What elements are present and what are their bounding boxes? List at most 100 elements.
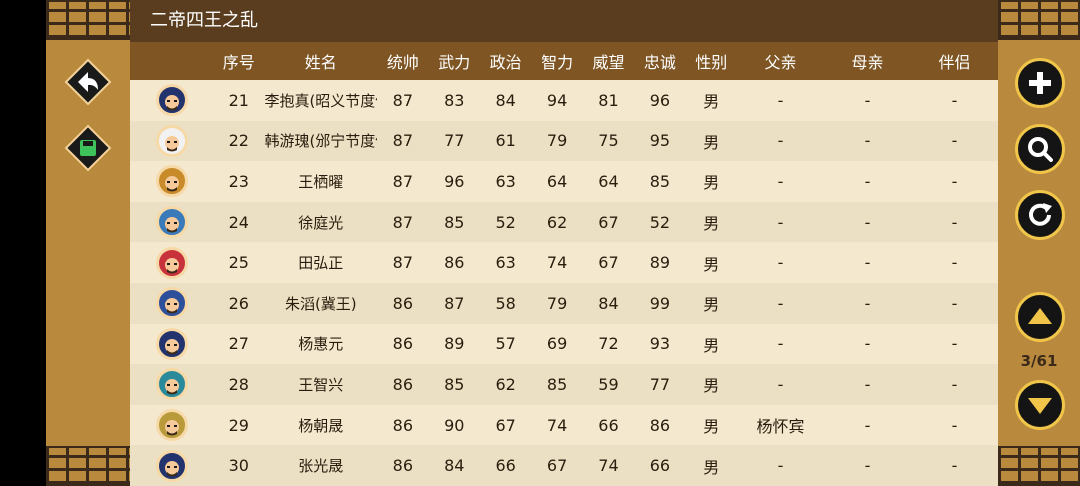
officer-mother: - [864, 131, 871, 151]
header-mother[interactable]: 母亲 [824, 49, 911, 73]
officer-avatar-cell [130, 206, 213, 239]
officer-father: - [777, 90, 784, 110]
officer-avatar-cell [130, 246, 213, 279]
officer-prestige: 75 [598, 131, 619, 151]
page-up-button[interactable] [1015, 292, 1065, 342]
officer-strength: 96 [444, 171, 465, 191]
officer-portrait-icon [155, 124, 188, 157]
officer-spouse: - [951, 171, 958, 191]
back-arrow-icon [64, 58, 112, 106]
officer-strength: 83 [444, 90, 465, 110]
officer-intelligence: 94 [546, 90, 568, 110]
officer-spouse: - [951, 456, 958, 476]
officer-prestige: 66 [598, 415, 619, 435]
officer-command: 87 [392, 90, 414, 110]
officer-portrait-icon [155, 409, 188, 442]
table-row[interactable]: 29 杨朝晟 86 90 67 74 66 86 男 杨怀宾 - - [130, 404, 998, 446]
table-row[interactable]: 21 李抱真(昭义节度使) 87 83 84 94 81 96 男 - - - [130, 80, 998, 121]
officer-command: 87 [392, 253, 414, 273]
header-strength[interactable]: 武力 [429, 49, 480, 73]
header-intelligence[interactable]: 智力 [531, 49, 582, 73]
table-row[interactable]: 22 韩游瑰(邠宁节度使) 87 77 61 79 75 95 男 - - - [130, 120, 998, 162]
officer-intelligence: 79 [546, 131, 568, 151]
screen-left-margin [0, 0, 46, 486]
officer-prestige: 72 [598, 334, 619, 354]
officer-father: - [777, 293, 784, 313]
officer-mother: - [864, 171, 871, 191]
officer-gender: 男 [703, 376, 720, 396]
header-prestige[interactable]: 威望 [583, 49, 634, 73]
officer-politics: 84 [495, 90, 516, 110]
refresh-icon [1029, 203, 1052, 226]
officer-intelligence: 67 [546, 456, 568, 476]
officer-intelligence: 85 [546, 374, 568, 394]
header-gender[interactable]: 性别 [686, 49, 737, 73]
table-row[interactable]: 28 王智兴 86 85 62 85 59 77 男 - - - [130, 364, 998, 405]
back-button[interactable] [64, 58, 112, 106]
officer-name: 田弘正 [298, 254, 344, 273]
officer-gender: 男 [703, 417, 720, 437]
header-command[interactable]: 统帅 [377, 49, 428, 73]
officer-prestige: 84 [598, 293, 619, 313]
officer-prestige: 64 [598, 171, 619, 191]
officer-intelligence: 64 [546, 171, 568, 191]
save-button[interactable] [64, 124, 112, 172]
add-button[interactable] [1015, 58, 1065, 108]
officer-intelligence: 69 [546, 334, 568, 354]
header-politics[interactable]: 政治 [480, 49, 531, 73]
officer-avatar-cell [130, 165, 213, 198]
table-header: 序号 姓名 统帅 武力 政治 智力 威望 忠诚 性别 父亲 母亲 伴侣 [130, 42, 998, 80]
officer-command: 87 [392, 171, 414, 191]
header-spouse[interactable]: 伴侣 [911, 49, 998, 73]
officer-mother: - [864, 212, 871, 232]
officer-gender: 男 [703, 254, 720, 274]
header-id[interactable]: 序号 [213, 49, 264, 73]
table-row[interactable]: 23 王栖曜 87 96 63 64 64 85 男 - - - [130, 161, 998, 202]
officer-mother: - [864, 90, 871, 110]
officer-id: 27 [228, 334, 249, 354]
officer-father: - [777, 212, 784, 232]
triangle-down-icon [1028, 398, 1052, 414]
officer-command: 86 [392, 293, 414, 313]
officer-loyalty: 99 [649, 293, 671, 313]
officer-spouse: - [951, 253, 958, 273]
officer-politics: 62 [495, 374, 516, 394]
officer-name: 王智兴 [298, 375, 344, 394]
officer-politics: 66 [495, 456, 516, 476]
header-name[interactable]: 姓名 [264, 49, 377, 73]
officer-portrait-icon [155, 206, 188, 239]
search-button[interactable] [1015, 124, 1065, 174]
officer-portrait-icon [155, 165, 188, 198]
page-down-button[interactable] [1015, 380, 1065, 430]
table-row[interactable]: 26 朱滔(冀王) 86 87 58 79 84 99 男 - - - [130, 282, 998, 324]
officer-gender: 男 [703, 295, 720, 315]
officer-portrait-icon [155, 246, 188, 279]
officer-portrait-icon [155, 449, 188, 482]
officer-strength: 85 [444, 212, 465, 232]
officer-command: 86 [392, 456, 414, 476]
page-counter: 3/61 [1020, 352, 1058, 370]
header-loyalty[interactable]: 忠诚 [634, 49, 685, 73]
officer-mother: - [864, 374, 871, 394]
officer-strength: 77 [444, 131, 465, 151]
officer-name: 杨惠元 [298, 335, 344, 354]
officer-intelligence: 62 [546, 212, 568, 232]
officer-avatar-cell [130, 84, 213, 117]
table-row[interactable]: 30 张光晟 86 84 66 67 74 66 男 - - - [130, 445, 998, 486]
refresh-button[interactable] [1015, 190, 1065, 240]
officer-table: 序号 姓名 统帅 武力 政治 智力 威望 忠诚 性别 父亲 母亲 伴侣 21 李抱… [130, 42, 998, 486]
header-father[interactable]: 父亲 [737, 49, 824, 73]
table-row[interactable]: 27 杨惠元 86 89 57 69 72 93 男 - - - [130, 323, 998, 365]
table-row[interactable]: 25 田弘正 87 86 63 74 67 89 男 - - - [130, 242, 998, 283]
plus-icon [1029, 72, 1051, 94]
table-row[interactable]: 24 徐庭光 87 85 52 62 67 52 男 - - - [130, 201, 998, 243]
officer-loyalty: 52 [649, 212, 671, 232]
officer-father: - [777, 334, 784, 354]
officer-mother: - [864, 334, 871, 354]
officer-strength: 86 [444, 253, 465, 273]
officer-id: 21 [228, 90, 249, 110]
officer-strength: 90 [444, 415, 465, 435]
officer-gender: 男 [703, 92, 720, 112]
officer-mother: - [864, 293, 871, 313]
officer-prestige: 59 [598, 374, 619, 394]
